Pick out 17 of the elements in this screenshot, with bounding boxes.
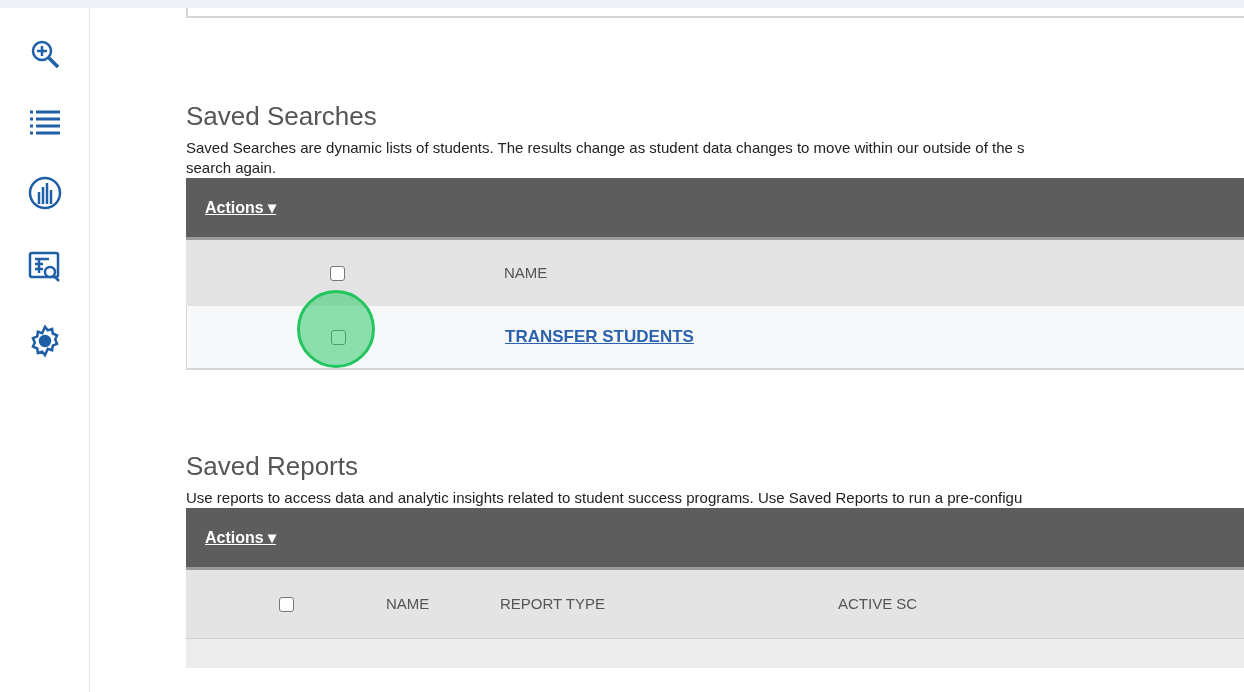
section-title: Saved Searches xyxy=(186,100,378,132)
saved-search-link[interactable]: TRANSFER STUDENTS xyxy=(505,324,694,350)
checkbox[interactable] xyxy=(278,596,294,612)
section-description: Saved Searches are dynamic lists of students. The results change as student data changes to move within our outside of the s search again. xyxy=(186,138,1026,178)
column-header: REPORT TYPE xyxy=(500,593,607,614)
actions-dropdown[interactable]: Actions ▾ xyxy=(205,525,277,550)
column-header: NAME xyxy=(503,262,548,283)
column-header: ACTIVE SC xyxy=(838,593,919,614)
list-icon[interactable] xyxy=(29,110,60,136)
column-header: NAME xyxy=(386,593,431,614)
section-title: Saved Reports xyxy=(186,450,359,482)
actions-dropdown[interactable]: Actions ▾ xyxy=(205,195,277,220)
chart-icon[interactable] xyxy=(27,176,62,210)
checkbox[interactable] xyxy=(330,329,346,345)
section-description: Use reports to access data and analytic insights related to student success programs. Use Saved Reports to run a pre-configu xyxy=(186,488,1024,508)
checkbox[interactable] xyxy=(329,265,345,281)
report-search-icon[interactable] xyxy=(27,250,62,284)
